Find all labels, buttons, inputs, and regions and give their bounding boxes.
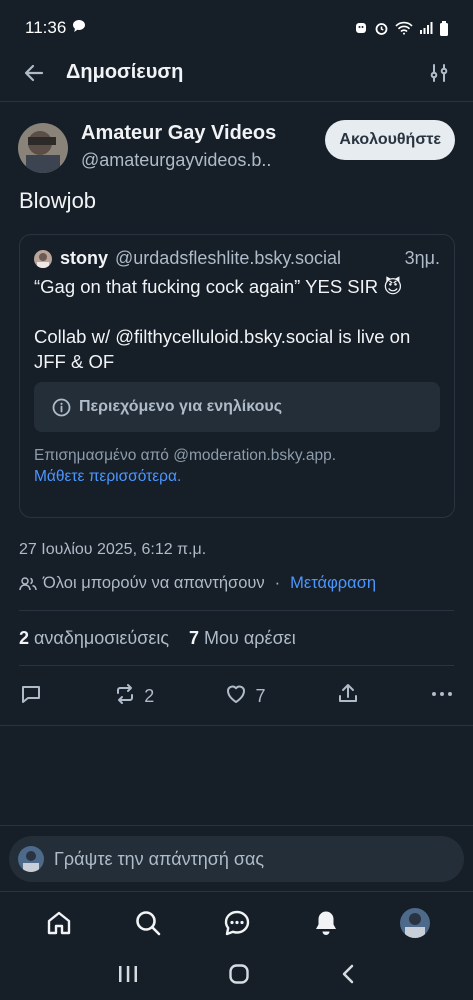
more-icon [430, 682, 454, 711]
reply-settings-row: Όλοι μπορούν να απαντήσουν · Μετάφραση [19, 574, 376, 593]
quote-author-name[interactable]: stony [60, 248, 108, 269]
message-icon [72, 18, 86, 38]
post-text: Blowjob [19, 188, 97, 213]
learn-more-link[interactable]: Μάθετε περισσότερα. [34, 466, 440, 487]
author-avatar[interactable] [18, 123, 68, 173]
repost-icon [113, 682, 137, 711]
status-time: 11:36 [25, 18, 67, 37]
quote-timestamp: 3ημ. [404, 248, 440, 268]
alarm-icon [374, 21, 389, 36]
reply-setting-label[interactable]: Όλοι μπορούν να απαντήσουν [43, 574, 265, 593]
post-actions: 2 7 [19, 680, 454, 712]
post-author-row: Amateur Gay Videos @amateurgayvideos.b..… [18, 118, 455, 178]
divider [0, 725, 473, 726]
share-icon [336, 682, 360, 711]
back-arrow-icon[interactable] [18, 57, 50, 89]
profile-avatar [399, 907, 430, 938]
quote-author-handle[interactable]: @urdadsfleshlite.bsky.social [115, 248, 405, 269]
more-button[interactable] [430, 682, 454, 711]
chat-icon[interactable] [214, 900, 260, 946]
post-header: Δημοσίευση [0, 44, 473, 102]
like-button[interactable]: 7 [224, 682, 266, 711]
info-icon [52, 398, 71, 417]
translate-link[interactable]: Μετάφραση [290, 574, 376, 593]
separator-dot: · [274, 574, 281, 592]
reply-composer[interactable] [9, 836, 464, 882]
page-title: Δημοσίευση [66, 61, 184, 83]
reposts-stat[interactable]: 2 αναδημοσιεύσεις [19, 628, 169, 649]
moderation-note: Επισημασμένο από @moderation.bsky.app. [34, 447, 337, 464]
user-avatar [18, 846, 44, 872]
adult-content-label: Περιεχόμενο για ενηλίκους [79, 398, 283, 415]
reply-composer-bar [0, 825, 473, 891]
battery-icon [439, 20, 449, 36]
adult-content-warning[interactable]: Περιεχόμενο για ενηλίκους [34, 382, 440, 432]
heart-icon [224, 682, 248, 711]
post-stats: 2 αναδημοσιεύσεις 7 Μου αρέσει [19, 610, 454, 666]
reply-button[interactable] [19, 682, 43, 711]
signal-icon [419, 21, 433, 35]
repost-button[interactable]: 2 [113, 682, 154, 711]
likes-stat[interactable]: 7 Μου αρέσει [189, 628, 296, 649]
system-nav-bar [0, 953, 473, 1000]
quote-author-avatar[interactable] [34, 249, 52, 268]
share-button[interactable] [336, 682, 360, 711]
home-button-icon[interactable] [228, 963, 250, 990]
recent-apps-icon[interactable] [117, 964, 139, 989]
notification-icon [354, 21, 368, 35]
repost-count: 2 [144, 685, 155, 706]
bottom-tab-bar [0, 891, 473, 953]
like-count: 7 [255, 685, 266, 706]
bell-icon[interactable] [303, 900, 349, 946]
reply-input[interactable] [54, 848, 434, 870]
reply-icon [19, 682, 43, 711]
post-date: 27 Ιουλίου 2025, 6:12 π.μ. [19, 541, 207, 558]
follow-button[interactable]: Ακολουθήστε [325, 120, 455, 160]
search-icon[interactable] [125, 900, 171, 946]
quoted-post[interactable]: stony @urdadsfleshlite.bsky.social 3ημ. … [19, 234, 455, 518]
profile-tab[interactable] [392, 900, 438, 946]
back-button-icon[interactable] [340, 963, 356, 990]
home-icon[interactable] [36, 900, 82, 946]
filter-icon[interactable] [423, 57, 455, 89]
quote-body: “Gag on that fucking cock again” YES SIR… [34, 276, 411, 372]
wifi-icon [395, 21, 413, 35]
people-icon [19, 576, 37, 592]
